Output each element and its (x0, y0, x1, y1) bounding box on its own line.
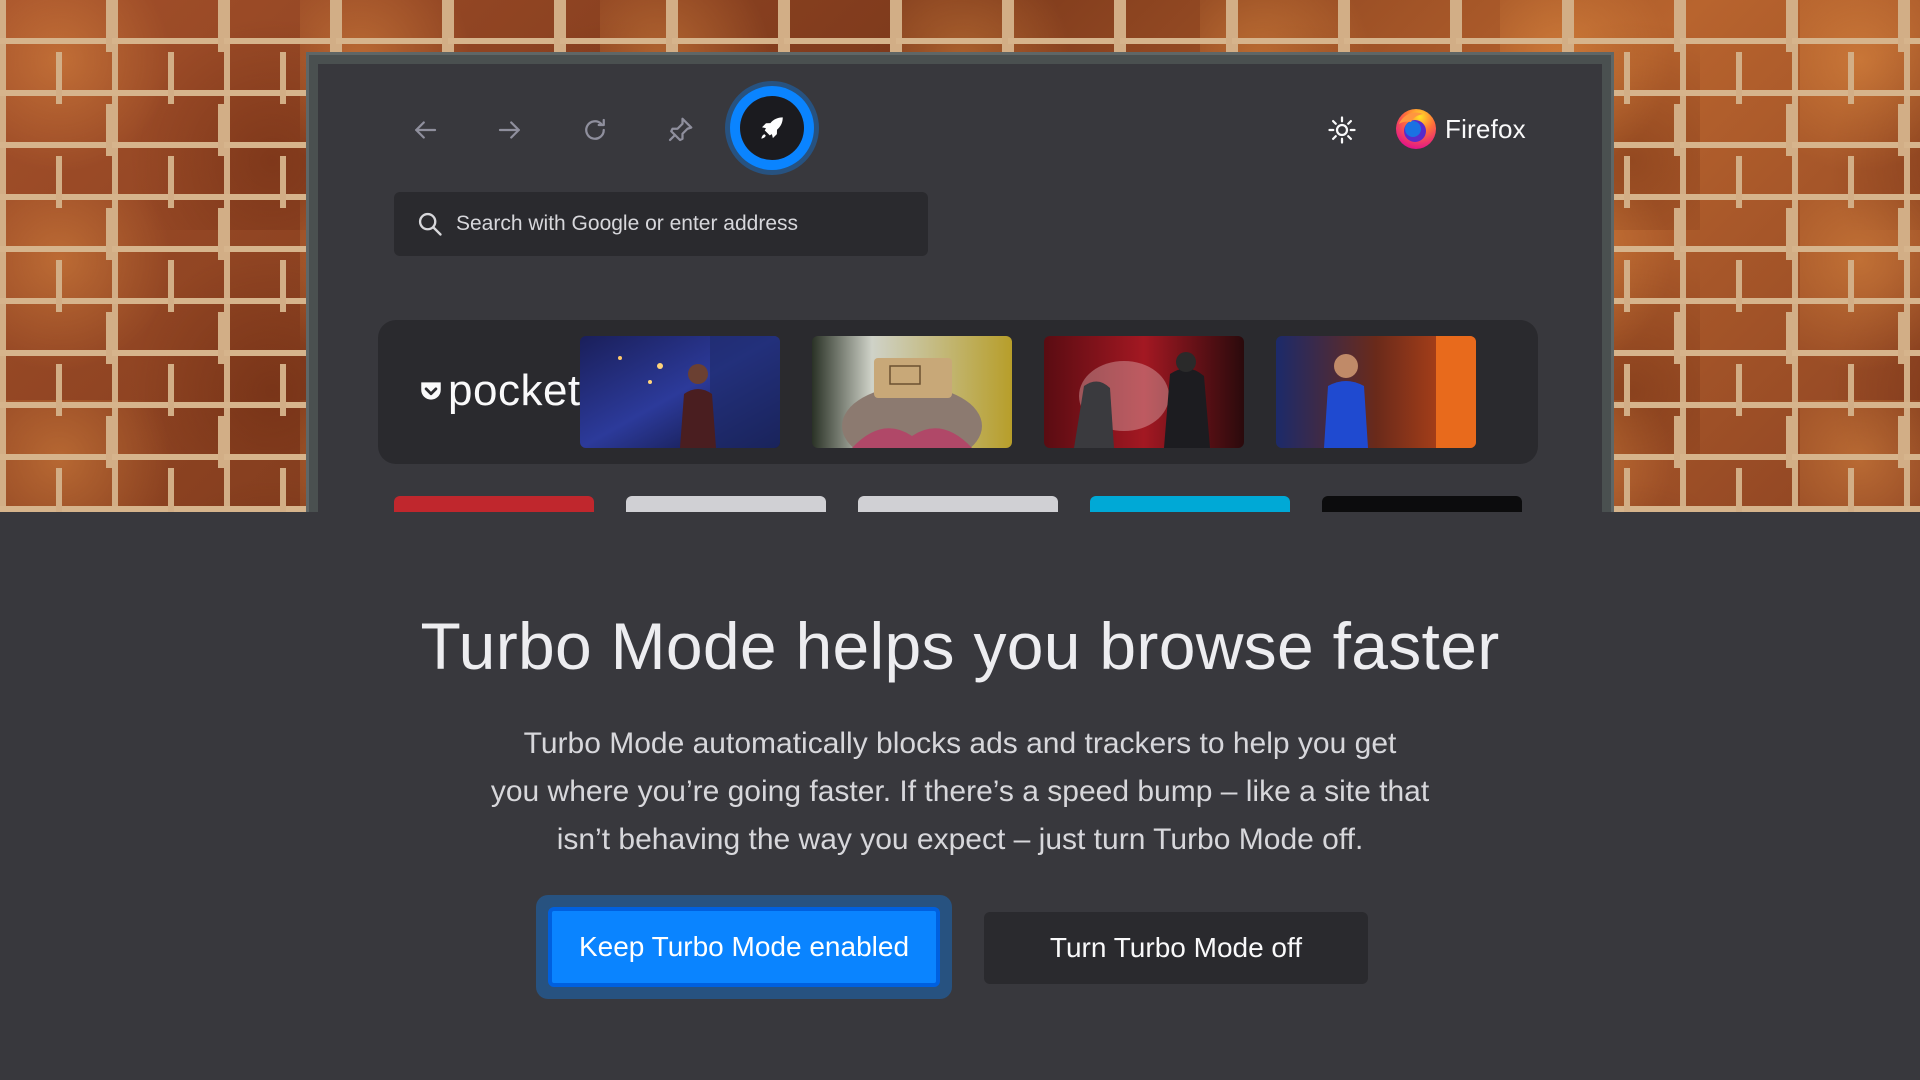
pin-icon (668, 117, 693, 142)
arrow-right-icon (498, 121, 520, 139)
pocket-tile-speaker-woman[interactable] (1276, 336, 1476, 448)
onboarding-headline: Turbo Mode helps you browse faster (420, 609, 1500, 683)
pocket-logo-icon (421, 382, 441, 400)
pinned-tile-1[interactable] (394, 496, 594, 512)
turbo-mode-onboarding-panel: Turbo Mode helps you browse faster Turbo… (0, 512, 1920, 1080)
pocket-tile-vr-headset[interactable] (812, 336, 1012, 448)
turbo-mode-button[interactable] (730, 86, 814, 170)
forward-button[interactable] (490, 110, 530, 150)
firefox-brand: Firefox (1393, 103, 1526, 155)
search-input[interactable]: Search with Google or enter address (394, 192, 928, 256)
pocket-tile-rescue-workers[interactable] (1044, 336, 1244, 448)
browser-window: Firefox Search with Google or enter addr… (318, 64, 1602, 512)
settings-button[interactable] (1322, 110, 1362, 150)
arrow-left-icon (415, 121, 437, 139)
pin-button[interactable] (660, 110, 700, 150)
firefox-logo-icon (1396, 109, 1436, 149)
rocket-icon (761, 117, 783, 139)
onboarding-body: Turbo Mode automatically blocks ads and … (440, 720, 1480, 864)
onboarding-body-line: you where you’re going faster. If there’… (490, 775, 1430, 808)
reload-icon (585, 118, 605, 140)
brick-row (0, 0, 1920, 52)
pinned-tile-5[interactable] (1322, 496, 1522, 512)
pinned-tile-3[interactable] (858, 496, 1058, 512)
brand-name: Firefox (1445, 113, 1526, 144)
keep-turbo-mode-button[interactable]: Keep Turbo Mode enabled (548, 907, 940, 987)
pocket-logo[interactable]: pocket (418, 366, 581, 416)
onboarding-body-line: Turbo Mode automatically blocks ads and … (523, 727, 1397, 760)
search-icon (418, 212, 442, 236)
search-placeholder: Search with Google or enter address (456, 212, 799, 235)
turn-turbo-off-button[interactable]: Turn Turbo Mode off (984, 912, 1368, 984)
pinned-tile-2[interactable] (626, 496, 826, 512)
pocket-panel: pocket (378, 320, 1538, 464)
reload-button[interactable] (575, 110, 615, 150)
gear-icon (1328, 116, 1356, 144)
keep-turbo-focus-ring: Keep Turbo Mode enabled (536, 895, 952, 999)
onboarding-body-line: isn’t behaving the way you expect – just… (556, 823, 1364, 856)
pinned-tile-4[interactable] (1090, 496, 1290, 512)
pocket-tile-speaker-man[interactable] (580, 336, 780, 448)
pocket-wordmark: pocket (448, 366, 581, 415)
back-button[interactable] (405, 110, 445, 150)
